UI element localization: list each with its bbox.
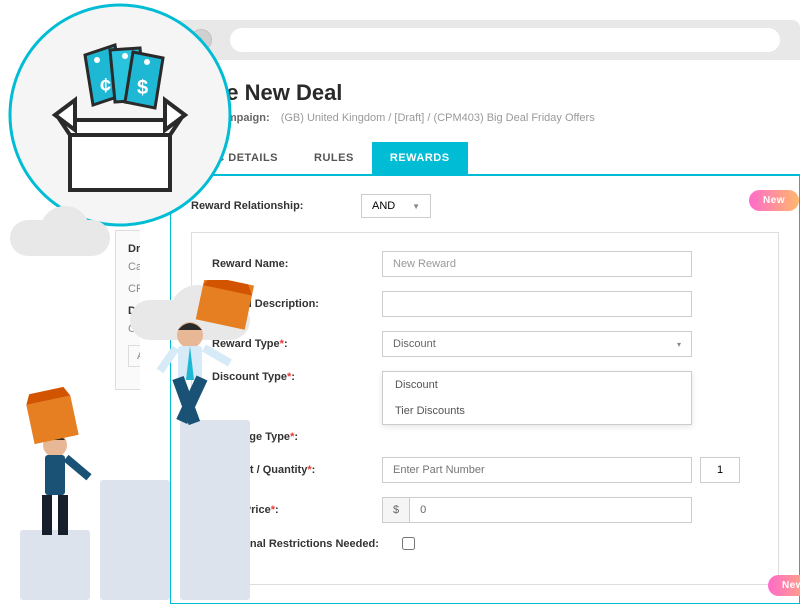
- breadcrumb-path: (GB) United Kingdom / [Draft] / (CPM403)…: [281, 112, 595, 124]
- chevron-down-icon: ▾: [677, 340, 681, 349]
- breadcrumb: Current Campaign: (GB) United Kingdom / …: [170, 112, 800, 124]
- coverage-type-label: Coverage Type*:: [212, 431, 382, 443]
- rewards-panel: Reward Relationship: AND ▼ New Reward Na…: [170, 176, 800, 604]
- reward-type-value: Discount: [393, 338, 436, 350]
- fixed-price-input[interactable]: 0: [410, 497, 692, 523]
- new-reward-button-bottom[interactable]: New: [768, 575, 800, 596]
- relationship-label: Reward Relationship:: [191, 200, 361, 212]
- discount-option-tier[interactable]: Tier Discounts: [383, 398, 691, 424]
- browser-toolbar: ‹ ›: [140, 20, 800, 60]
- restrictions-label: Additional Restrictions Needed:: [212, 538, 402, 550]
- reward-desc-label: Reward Description:: [212, 298, 382, 310]
- restrictions-checkbox[interactable]: [402, 537, 415, 550]
- currency-symbol: $: [382, 497, 410, 523]
- reward-type-label: Reward Type*:: [212, 338, 382, 350]
- reward-desc-input[interactable]: .: [382, 291, 692, 317]
- nav-back-button[interactable]: ‹: [160, 29, 182, 51]
- discount-option-discount[interactable]: Discount: [383, 372, 691, 398]
- quantity-input[interactable]: [700, 457, 740, 483]
- reward-name-input[interactable]: New Reward: [382, 251, 692, 277]
- svg-text:¢: ¢: [100, 75, 111, 97]
- reward-form: Reward Name: New Reward Reward Descripti…: [191, 232, 779, 585]
- discount-type-label: Discount Type*:: [212, 371, 382, 383]
- reward-name-label: Reward Name:: [212, 258, 382, 270]
- page-title: Create New Deal: [170, 80, 800, 106]
- main-content: Create New Deal Current Campaign: (GB) U…: [140, 60, 800, 600]
- chevron-down-icon: ▼: [412, 202, 420, 211]
- tab-rules[interactable]: RULES: [296, 142, 372, 174]
- product-input[interactable]: [382, 457, 692, 483]
- nav-forward-button[interactable]: ›: [190, 29, 212, 51]
- reward-type-select[interactable]: Discount ▾: [382, 331, 692, 357]
- tab-bar: BASIC DETAILS RULES REWARDS: [170, 142, 800, 176]
- product-qty-label: Product / Quantity*:: [212, 464, 382, 476]
- url-bar[interactable]: [230, 28, 780, 52]
- info-icon[interactable]: i: [212, 554, 224, 566]
- fixed-price-label: Fixed Price*:: [212, 504, 382, 516]
- breadcrumb-label: Current Campaign:: [170, 112, 270, 124]
- new-reward-button[interactable]: New: [749, 190, 799, 211]
- tab-basic-details[interactable]: BASIC DETAILS: [170, 142, 296, 174]
- tab-rewards[interactable]: REWARDS: [372, 142, 468, 174]
- relationship-value: AND: [372, 200, 395, 212]
- relationship-select[interactable]: AND ▼: [361, 194, 431, 218]
- discount-type-dropdown[interactable]: Discount Tier Discounts: [382, 371, 692, 425]
